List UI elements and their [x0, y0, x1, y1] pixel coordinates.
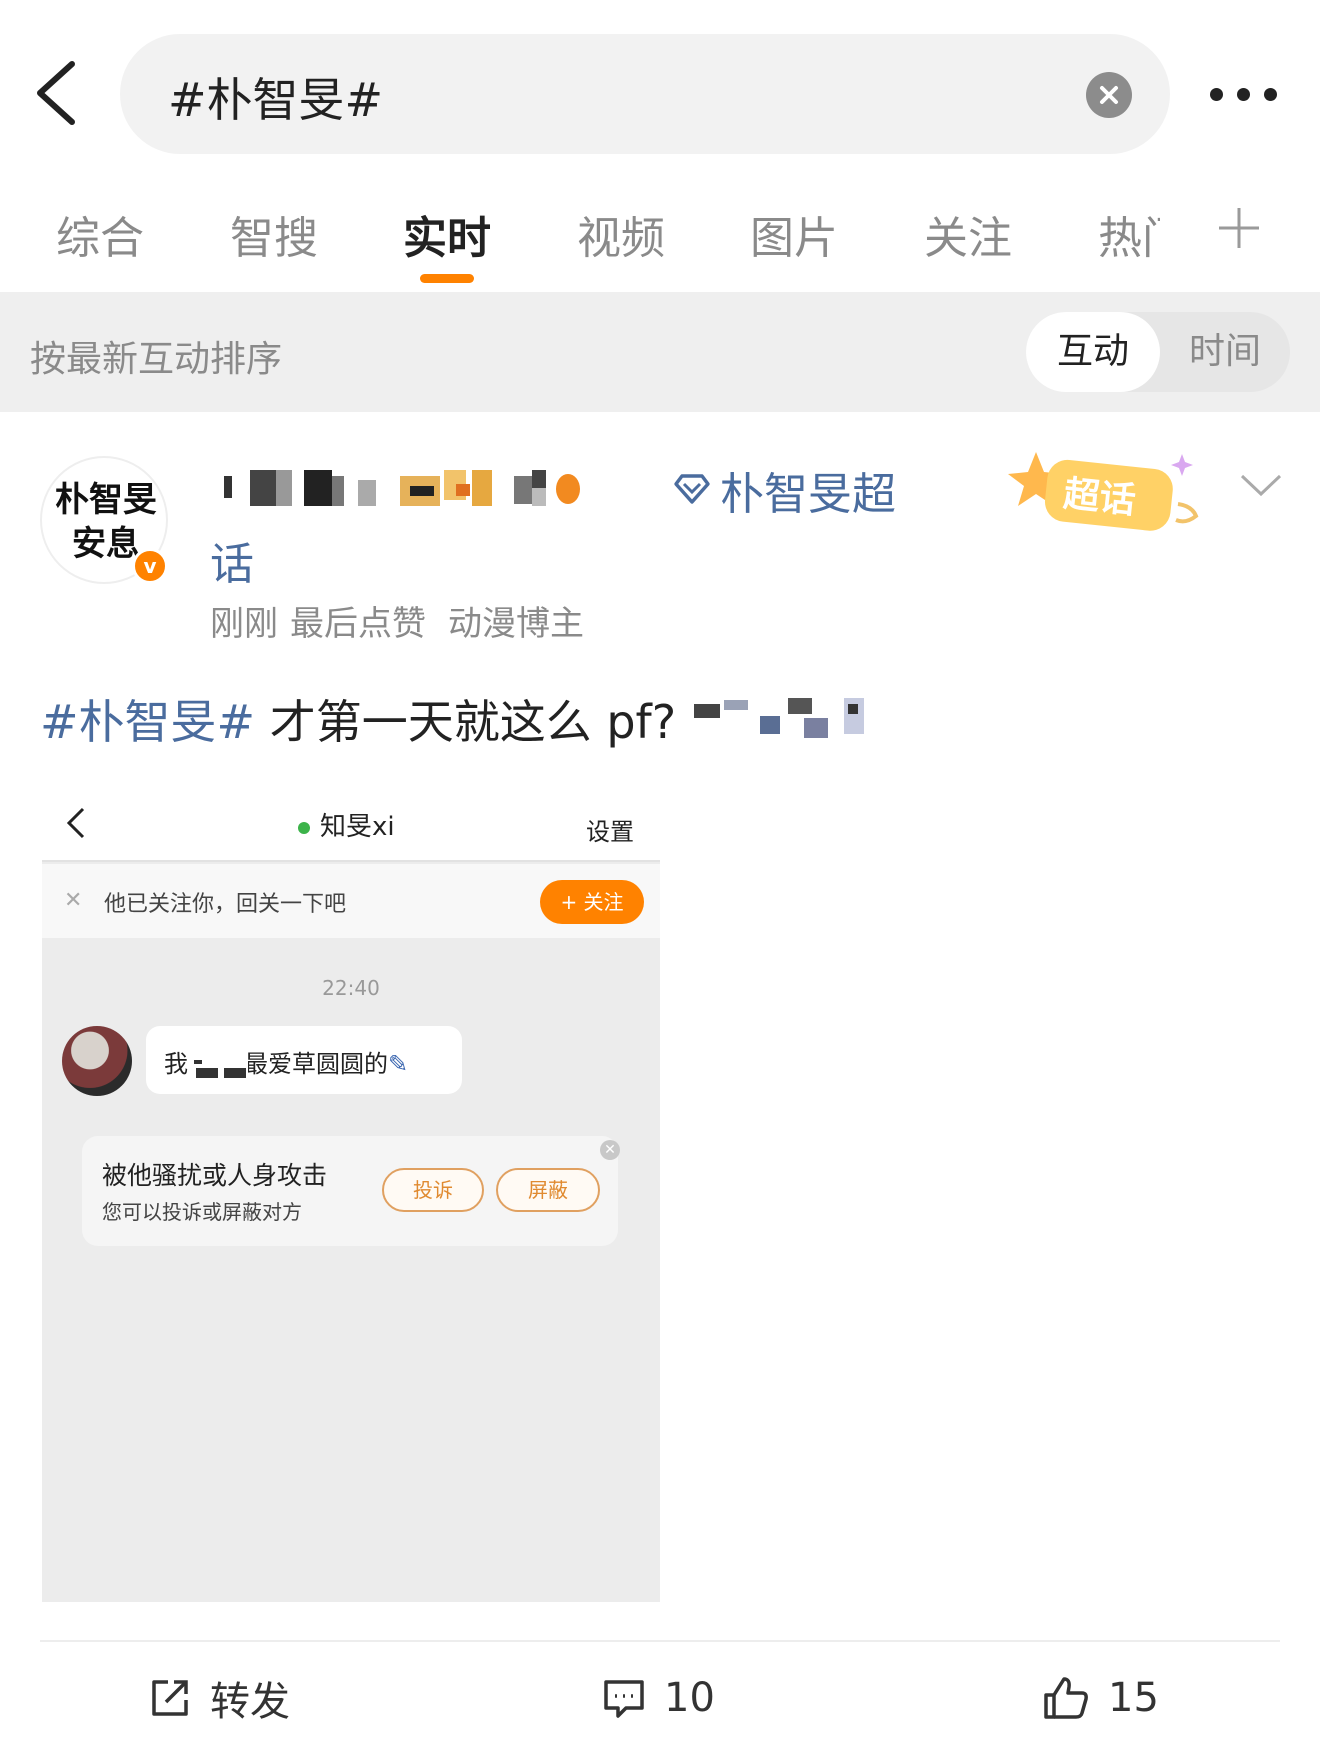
post-body-text: 才第一天就这么 pf? [255, 695, 677, 749]
add-tab-icon[interactable] [1216, 205, 1262, 251]
tab-images[interactable]: 图片 [734, 202, 854, 266]
sort-bar: 按最新互动排序 互动 时间 [0, 292, 1320, 412]
chat-title: 知旻xi [298, 806, 395, 843]
post-time: 刚刚 [210, 604, 278, 644]
follow-button: + 关注 [540, 880, 644, 924]
clear-search-button[interactable] [1086, 72, 1132, 118]
top-bar: #朴智旻# [0, 0, 1320, 170]
comment-count: 10 [664, 1675, 715, 1721]
tab-following[interactable]: 关注 [908, 202, 1028, 266]
back-icon[interactable] [28, 58, 88, 128]
chevron-down-icon[interactable] [1236, 470, 1286, 500]
supertopic-link[interactable]: 朴智旻超 [720, 458, 896, 522]
like-count: 15 [1108, 1675, 1159, 1721]
redacted-text [194, 1056, 248, 1090]
search-input[interactable]: #朴智旻# [120, 34, 1170, 154]
repost-button[interactable]: 转发 [148, 1668, 290, 1728]
chat-header: 知旻xi 设置 [42, 780, 660, 862]
supertopic-link-continued[interactable]: 话 [210, 528, 254, 592]
chat-bubble: 我最爱草圆圆的✎ [146, 1026, 462, 1094]
follow-tip: 他已关注你，回关一下吧 [104, 892, 347, 917]
search-tabs: 综合 智搜 实时 视频 图片 关注 热门 [0, 170, 1320, 292]
chat-settings: 设置 [586, 818, 634, 846]
chat-avatar [62, 1026, 132, 1096]
tab-comprehensive[interactable]: 综合 [40, 202, 160, 266]
comment-button[interactable]: 10 [602, 1668, 715, 1728]
post-text: #朴智旻# 才第一天就这么 pf? [40, 686, 676, 752]
repost-label: 转发 [210, 1679, 290, 1725]
tab-hot[interactable]: 热门 [1098, 202, 1160, 266]
sort-toggle: 互动 时间 [1026, 312, 1290, 392]
like-button[interactable]: 15 [1042, 1668, 1159, 1728]
more-options-button[interactable] [1210, 82, 1310, 106]
supertopic-badge[interactable]: 超话 [1006, 448, 1206, 538]
report-button: 投诉 [382, 1168, 484, 1212]
chat-title-text: 知旻xi [320, 812, 395, 842]
diamond-icon [674, 474, 710, 504]
repost-icon [152, 1680, 188, 1716]
post-image[interactable]: 知旻xi 设置 ✕ 他已关注你，回关一下吧 + 关注 22:40 我最爱草圆圆的… [42, 780, 660, 1602]
follow-back-bar: ✕ 他已关注你，回关一下吧 + 关注 [42, 864, 660, 938]
more-dot-icon [1264, 87, 1277, 101]
more-dot-icon [1237, 87, 1250, 101]
sort-option-interaction[interactable]: 互动 [1026, 312, 1160, 392]
redacted-username[interactable] [210, 466, 670, 510]
comment-icon [604, 1680, 644, 1718]
post-hashtag[interactable]: #朴智旻# [40, 695, 255, 749]
close-icon [1100, 86, 1118, 104]
close-icon: ✕ [64, 888, 83, 913]
redacted-text [694, 694, 874, 742]
thumbs-up-icon [1044, 1677, 1088, 1719]
search-query: #朴智旻# [168, 73, 384, 127]
verified-badge: v [132, 548, 168, 584]
badge-label: 超话 [1062, 474, 1138, 522]
block-button: 屏蔽 [496, 1168, 600, 1212]
sort-option-time[interactable]: 时间 [1160, 312, 1290, 392]
online-dot-icon [298, 821, 310, 834]
author-tag: 动漫博主 [448, 604, 584, 644]
chat-time: 22:40 [322, 976, 380, 1000]
more-dot-icon [1210, 87, 1223, 101]
active-tab-indicator [420, 274, 474, 283]
tab-realtime[interactable]: 实时 [387, 202, 507, 266]
divider [40, 1640, 1280, 1642]
pen-icon: ✎ [388, 1050, 409, 1078]
harassment-warning: ✕ 被他骚扰或人身攻击 您可以投诉或屏蔽对方 投诉 屏蔽 [82, 1136, 620, 1246]
post-action: 最后点赞 [290, 604, 426, 644]
sort-label: 按最新互动排序 [30, 339, 283, 380]
warning-title: 被他骚扰或人身攻击 [102, 1161, 328, 1190]
close-icon: ✕ [600, 1140, 620, 1160]
warning-subtitle: 您可以投诉或屏蔽对方 [102, 1200, 302, 1224]
back-icon [66, 807, 85, 839]
tab-video[interactable]: 视频 [561, 202, 681, 266]
post-meta: 刚刚 最后点赞 动漫博主 [210, 596, 584, 645]
tab-smart-search[interactable]: 智搜 [214, 202, 334, 266]
